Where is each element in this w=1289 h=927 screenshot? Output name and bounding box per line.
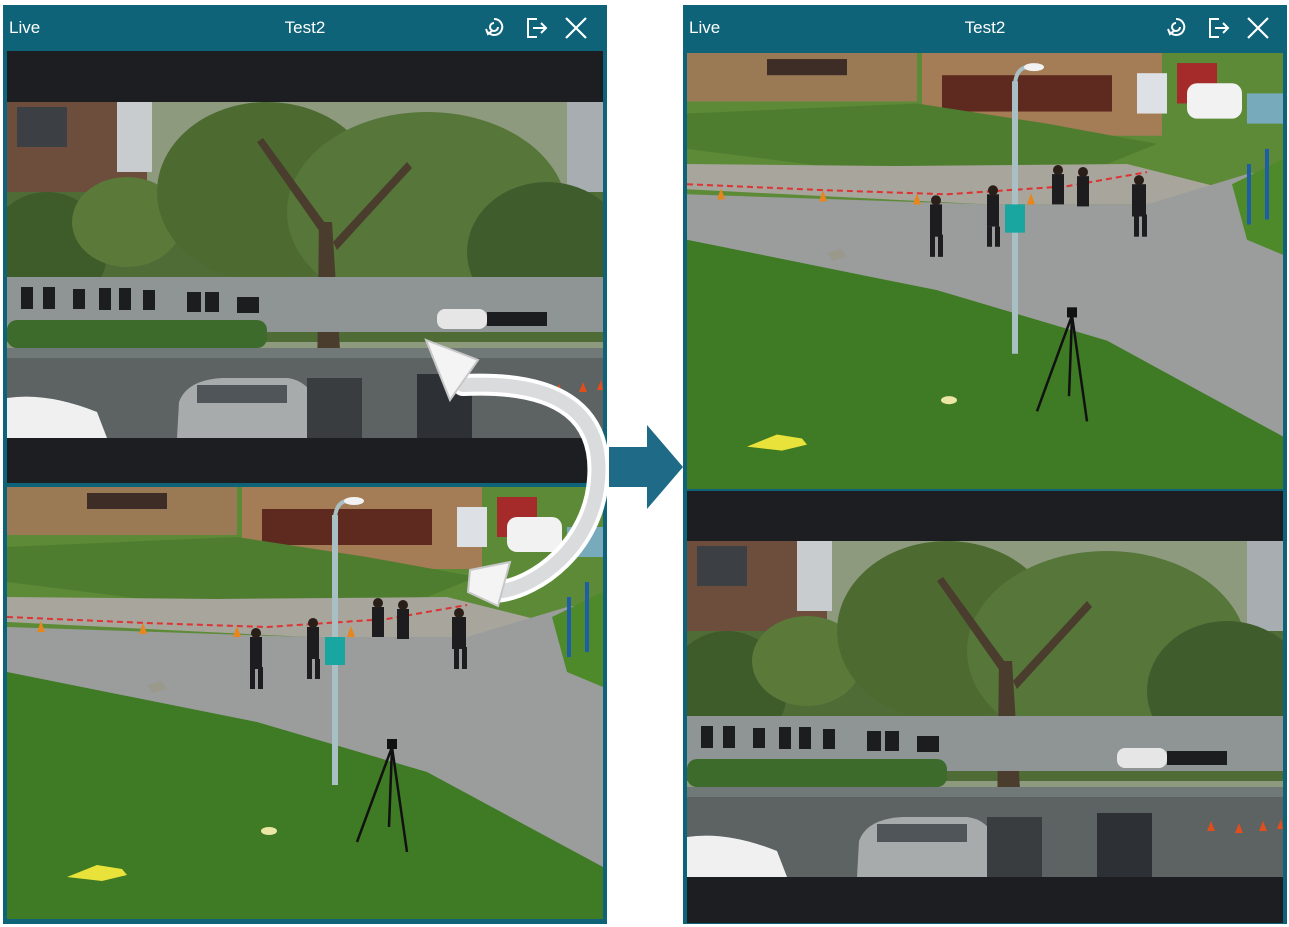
close-icon[interactable] [1243,13,1273,43]
window-title: Test2 [284,18,326,37]
swap-icon[interactable] [479,13,509,43]
camera-tile-2[interactable] [687,491,1283,923]
window-titlebar: Live Test2 [3,5,607,49]
exit-icon[interactable] [1203,13,1233,43]
window-titlebar: Live Test2 [683,5,1287,49]
camera-feed-lawn [687,53,1283,489]
camera-window-before: Live Test2 [3,5,608,924]
swap-curve-arrow-icon [424,338,608,608]
camera-window-after: Live Test2 [683,5,1287,924]
live-mode-label[interactable]: Live [689,18,720,38]
exit-icon[interactable] [521,13,551,43]
camera-tile-1[interactable] [687,53,1283,489]
swap-icon[interactable] [1161,13,1191,43]
camera-feed-street [687,541,1283,877]
window-title: Test2 [964,18,1006,37]
right-arrow-icon [609,425,683,509]
close-icon[interactable] [561,13,591,43]
live-mode-label[interactable]: Live [9,18,40,38]
